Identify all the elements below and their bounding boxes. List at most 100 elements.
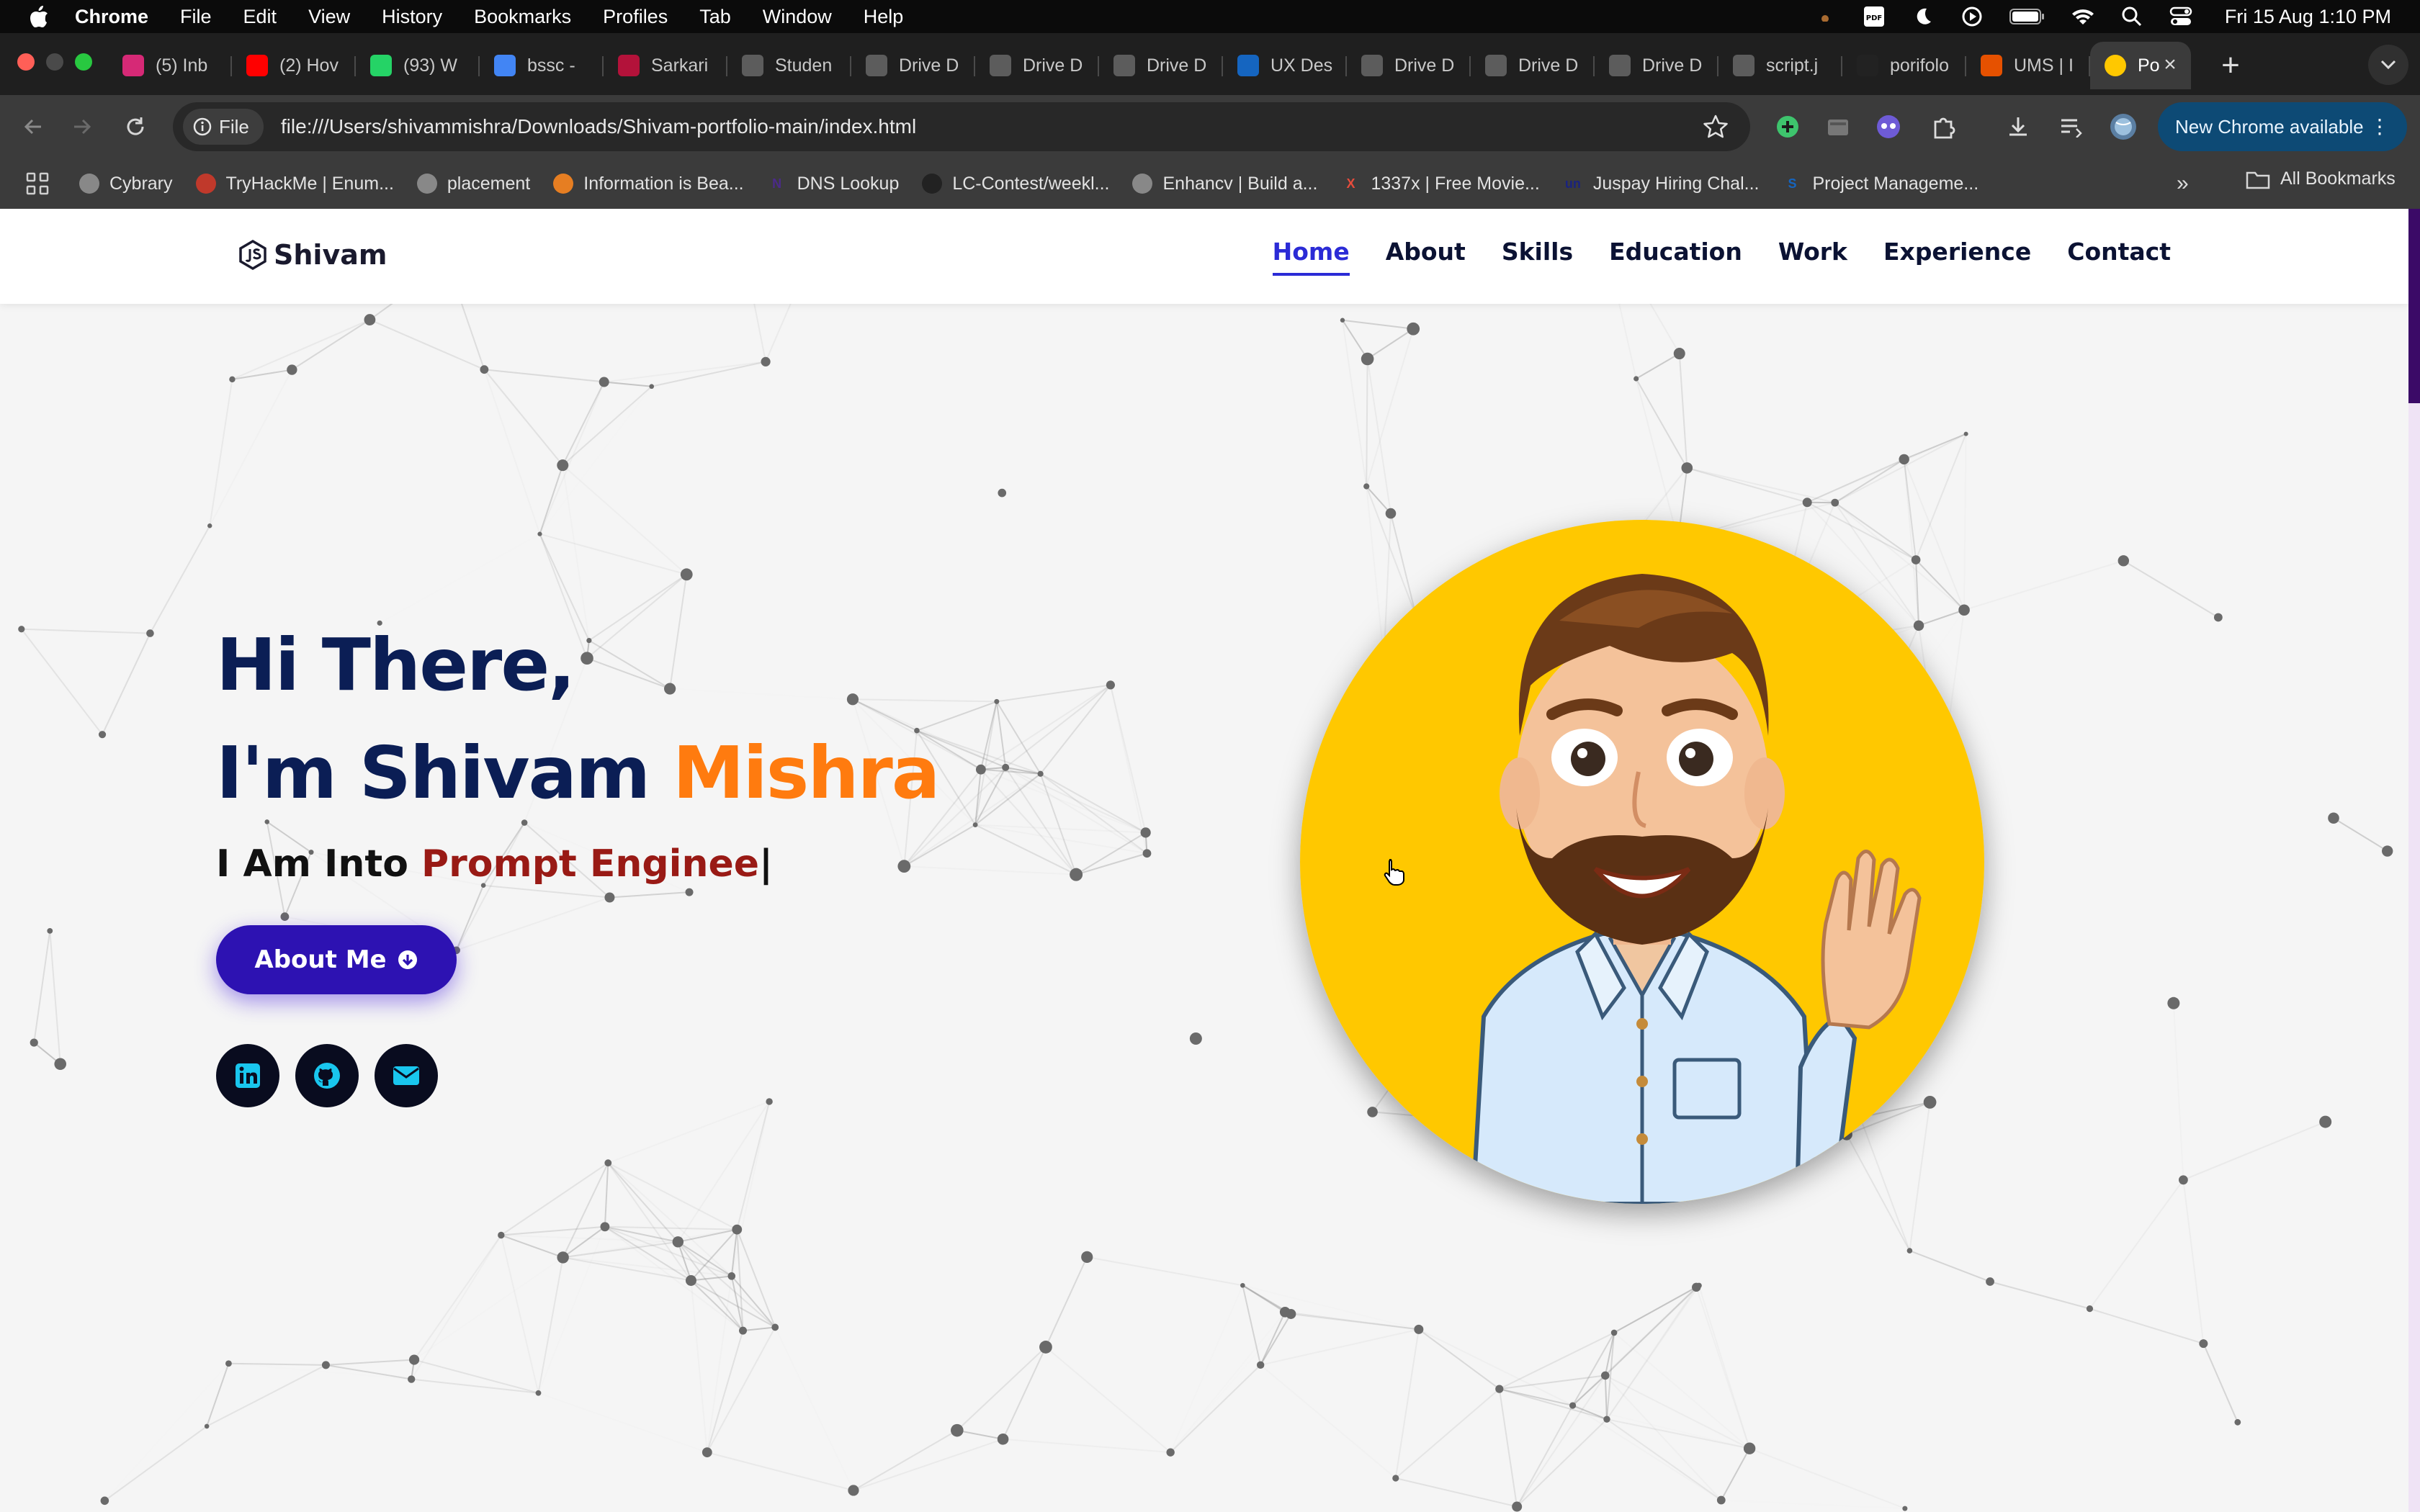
apple-icon[interactable]	[24, 0, 53, 33]
nav-contact[interactable]: Contact	[2067, 238, 2171, 276]
browser-tab[interactable]: UX Des	[1223, 42, 1347, 89]
bookmark-item[interactable]: S Project Manageme...	[1782, 174, 1978, 194]
browser-tab[interactable]: UMS | I	[1966, 42, 2090, 89]
linkedin-link[interactable]	[216, 1044, 279, 1107]
bookmark-label: Project Manageme...	[1812, 173, 1979, 194]
close-tab-icon[interactable]: ×	[2159, 54, 2181, 76]
pdf-icon[interactable]: PDF	[1862, 4, 1886, 29]
new-chrome-available-button[interactable]: New Chrome available ⋮	[2158, 102, 2407, 151]
menubar-clock[interactable]: Fri 15 Aug 1:10 PM	[2225, 6, 2391, 28]
menu-file[interactable]: File	[180, 6, 212, 28]
profile-avatar[interactable]	[2109, 112, 2138, 141]
address-bar[interactable]: File file:///Users/shivammishra/Download…	[173, 102, 1750, 151]
ums-icon	[1981, 55, 2002, 76]
globe-icon	[866, 55, 887, 76]
bookmark-item[interactable]: Enhancv | Build a...	[1132, 174, 1317, 194]
site-logo[interactable]: Shivam	[238, 239, 387, 271]
moon-icon[interactable]	[1911, 4, 1935, 29]
menu-tab[interactable]: Tab	[699, 6, 731, 28]
close-window-button[interactable]	[17, 53, 35, 71]
search-icon[interactable]	[2120, 4, 2144, 29]
browser-tab[interactable]: Drive D	[851, 42, 975, 89]
reload-button[interactable]	[120, 111, 151, 143]
bookmark-item[interactable]: Cybrary	[79, 174, 173, 194]
bookmark-item[interactable]: LC-Contest/weekl...	[922, 174, 1109, 194]
menu-edit[interactable]: Edit	[243, 6, 277, 28]
menu-history[interactable]: History	[382, 6, 442, 28]
browser-tab[interactable]: (2) Hov	[232, 42, 356, 89]
nav-home[interactable]: Home	[1272, 238, 1350, 276]
browser-tab-active[interactable]: Po ×	[2090, 42, 2191, 89]
nav-education[interactable]: Education	[1609, 238, 1742, 276]
bookmark-favicon-icon: X	[1346, 176, 1355, 191]
menu-bookmarks[interactable]: Bookmarks	[474, 6, 571, 28]
github-link[interactable]	[295, 1044, 359, 1107]
browser-tab[interactable]: Studen	[727, 42, 851, 89]
forward-button[interactable]	[66, 111, 98, 143]
extensions-puzzle-icon[interactable]	[1929, 112, 1958, 141]
play-icon[interactable]	[1960, 4, 1984, 29]
bookmark-item[interactable]: TryHackMe | Enum...	[195, 174, 394, 194]
zoom-window-button[interactable]	[75, 53, 92, 71]
menu-app-name[interactable]: Chrome	[75, 6, 148, 28]
browser-tab[interactable]: Drive D	[975, 42, 1099, 89]
minimize-window-button[interactable]	[46, 53, 63, 71]
extension-window-icon[interactable]	[1824, 112, 1852, 141]
browser-tab[interactable]: Drive D	[1595, 42, 1718, 89]
tab-title: Drive D	[1147, 55, 1207, 76]
tab-title: Po	[2138, 55, 2160, 76]
url-text[interactable]: file:///Users/shivammishra/Downloads/Shi…	[281, 115, 916, 138]
site-info-chip[interactable]: File	[183, 109, 264, 145]
globe-icon	[1361, 55, 1383, 76]
extension-mask-icon[interactable]	[1874, 112, 1903, 141]
menu-help[interactable]: Help	[864, 6, 904, 28]
nav-about[interactable]: About	[1386, 238, 1466, 276]
bookmark-star-icon[interactable]	[1703, 114, 1729, 140]
bookmark-label: Information is Bea...	[583, 173, 744, 194]
nav-experience[interactable]: Experience	[1883, 238, 2031, 276]
browser-tab[interactable]: bssc -	[480, 42, 604, 89]
arrow-right-icon	[74, 119, 91, 135]
envelope-icon	[393, 1066, 419, 1085]
page-scrollbar-thumb[interactable]	[2408, 209, 2420, 403]
extension-plus-icon[interactable]	[1773, 112, 1802, 141]
menu-profiles[interactable]: Profiles	[603, 6, 668, 28]
download-icon[interactable]	[2004, 112, 2033, 141]
page-scrollbar-track[interactable]	[2408, 209, 2420, 1512]
logo-text: Shivam	[274, 239, 387, 271]
bookmark-item[interactable]: placement	[416, 174, 530, 194]
tab-search-button[interactable]	[2368, 45, 2408, 85]
browser-tab[interactable]: (5) Inb	[108, 42, 232, 89]
nav-work[interactable]: Work	[1778, 238, 1847, 276]
browser-tab[interactable]: Sarkari	[604, 42, 727, 89]
browser-tab[interactable]: porifolo	[1842, 42, 1966, 89]
menu-view[interactable]: View	[308, 6, 350, 28]
browser-tab[interactable]: (93) W	[356, 42, 480, 89]
menu-window[interactable]: Window	[763, 6, 832, 28]
apps-grid-icon[interactable]	[24, 171, 50, 197]
wifi-icon[interactable]	[2071, 4, 2095, 29]
nav-skills[interactable]: Skills	[1502, 238, 1573, 276]
browser-tab[interactable]: script.j	[1718, 42, 1842, 89]
browser-tab[interactable]: Drive D	[1347, 42, 1471, 89]
back-button[interactable]	[17, 111, 49, 143]
bookmark-item[interactable]: Information is Bea...	[553, 173, 744, 194]
browser-tab[interactable]: Drive D	[1099, 42, 1223, 89]
bookmark-item[interactable]: N DNS Lookup	[767, 173, 900, 194]
reading-list-icon[interactable]	[2057, 112, 2086, 141]
control-center-icon[interactable]	[2169, 4, 2193, 29]
about-me-button[interactable]: About Me	[216, 925, 457, 994]
bookmark-label: 1337x | Free Movie...	[1371, 173, 1540, 194]
battery-icon[interactable]	[2009, 4, 2046, 29]
browser-tab[interactable]: Drive D	[1471, 42, 1595, 89]
new-tab-plus-icon[interactable]: +	[2213, 44, 2249, 87]
bookmark-item[interactable]: un Juspay Hiring Chal...	[1563, 174, 1760, 194]
typed-caret: |	[759, 842, 774, 886]
tab-title: Drive D	[1642, 55, 1703, 76]
bookmark-list: Cybrary TryHackMe | Enum... placement Infor…	[79, 174, 2002, 194]
email-link[interactable]	[375, 1044, 438, 1107]
bookmark-item[interactable]: X 1337x | Free Movie...	[1340, 174, 1539, 194]
more-bookmarks-chevron-icon[interactable]: »	[2177, 171, 2189, 196]
all-bookmarks-button[interactable]: All Bookmarks	[2246, 168, 2396, 189]
bookmark-label: DNS Lookup	[797, 173, 900, 194]
